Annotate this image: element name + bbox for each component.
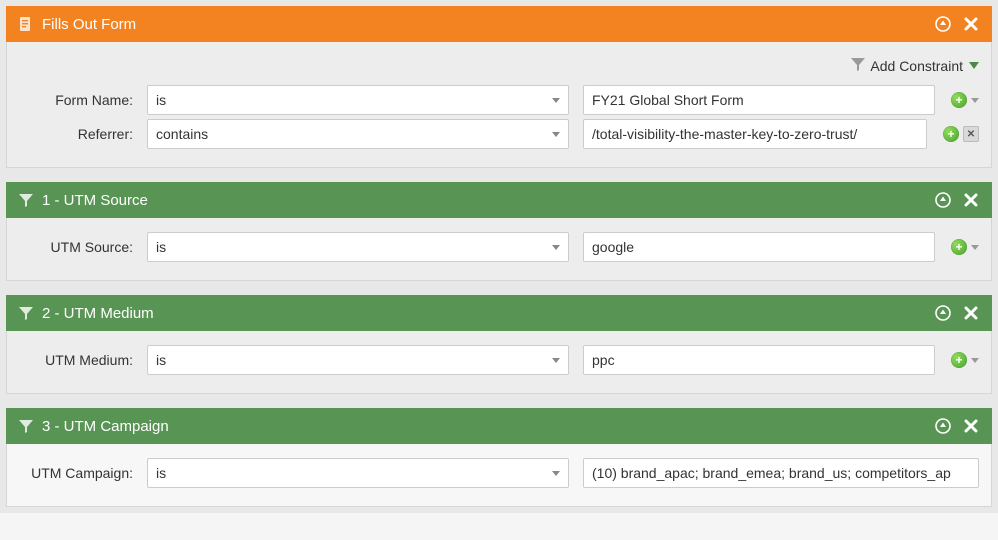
add-constraint-label: Add Constraint: [870, 58, 963, 74]
add-icon[interactable]: +: [943, 126, 959, 142]
chevron-down-icon: [552, 245, 560, 250]
value-input[interactable]: google: [583, 232, 935, 262]
value-input[interactable]: (10) brand_apac; brand_emea; brand_us; c…: [583, 458, 979, 488]
move-up-icon[interactable]: [934, 304, 952, 322]
row-actions: +: [951, 92, 979, 108]
move-up-icon[interactable]: [934, 191, 952, 209]
operator-select[interactable]: is: [147, 232, 569, 262]
chevron-down-icon: [552, 358, 560, 363]
value-input[interactable]: FY21 Global Short Form: [583, 85, 935, 115]
chevron-down-icon[interactable]: [971, 245, 979, 250]
operator-select[interactable]: contains: [147, 119, 569, 149]
row-actions: + ✕: [943, 126, 979, 142]
panel-utm-medium: 2 - UTM Medium UTM Medium: is ppc +: [6, 295, 992, 394]
panel-body: UTM Medium: is ppc +: [6, 331, 992, 394]
filter-builder: Fills Out Form Add Constraint Form Name:…: [0, 0, 998, 513]
panel-title: Fills Out Form: [42, 16, 934, 33]
panel-utm-source: 1 - UTM Source UTM Source: is google +: [6, 182, 992, 281]
chevron-down-icon: [552, 98, 560, 103]
panel-fills-out-form: Fills Out Form Add Constraint Form Name:…: [6, 6, 992, 168]
row-label: UTM Medium:: [19, 352, 137, 368]
chevron-down-icon: [552, 132, 560, 137]
operator-value: is: [156, 239, 166, 255]
filter-row: UTM Medium: is ppc +: [19, 345, 979, 375]
value-text: /total-visibility-the-master-key-to-zero…: [592, 126, 857, 142]
operator-value: is: [156, 465, 166, 481]
chevron-down-icon: [969, 62, 979, 69]
form-icon: [18, 16, 34, 32]
value-text: google: [592, 239, 634, 255]
value-text: (10) brand_apac; brand_emea; brand_us; c…: [592, 465, 951, 481]
row-label: UTM Source:: [19, 239, 137, 255]
filter-row: Referrer: contains /total-visibility-the…: [19, 119, 979, 149]
add-icon[interactable]: +: [951, 239, 967, 255]
value-text: ppc: [592, 352, 615, 368]
close-icon[interactable]: [962, 304, 980, 322]
move-up-icon[interactable]: [934, 15, 952, 33]
panel-header[interactable]: 2 - UTM Medium: [6, 295, 992, 331]
chevron-down-icon[interactable]: [971, 358, 979, 363]
filter-row: UTM Campaign: is (10) brand_apac; brand_…: [19, 458, 979, 488]
close-icon[interactable]: [962, 417, 980, 435]
move-up-icon[interactable]: [934, 417, 952, 435]
operator-value: is: [156, 352, 166, 368]
operator-select[interactable]: is: [147, 458, 569, 488]
panel-title: 1 - UTM Source: [42, 192, 934, 209]
chevron-down-icon[interactable]: [971, 98, 979, 103]
filter-icon: [18, 305, 34, 321]
panel-body: Add Constraint Form Name: is FY21 Global…: [6, 42, 992, 168]
row-label: UTM Campaign:: [19, 465, 137, 481]
filter-row: UTM Source: is google +: [19, 232, 979, 262]
value-input[interactable]: /total-visibility-the-master-key-to-zero…: [583, 119, 927, 149]
operator-value: contains: [156, 126, 208, 142]
value-text: FY21 Global Short Form: [592, 92, 744, 108]
panel-body: UTM Campaign: is (10) brand_apac; brand_…: [6, 444, 992, 507]
row-label: Form Name:: [19, 92, 137, 108]
filter-row: Form Name: is FY21 Global Short Form +: [19, 85, 979, 115]
operator-select[interactable]: is: [147, 85, 569, 115]
add-icon[interactable]: +: [951, 92, 967, 108]
panel-utm-campaign: 3 - UTM Campaign UTM Campaign: is (10) b…: [6, 408, 992, 507]
filter-icon: [18, 418, 34, 434]
filter-icon: [850, 56, 866, 75]
row-label: Referrer:: [19, 126, 137, 142]
value-input[interactable]: ppc: [583, 345, 935, 375]
row-actions: +: [951, 352, 979, 368]
panel-title: 3 - UTM Campaign: [42, 418, 934, 435]
close-icon[interactable]: [962, 15, 980, 33]
row-actions: +: [951, 239, 979, 255]
chevron-down-icon: [552, 471, 560, 476]
panel-header[interactable]: 1 - UTM Source: [6, 182, 992, 218]
delete-icon[interactable]: ✕: [963, 126, 979, 142]
filter-icon: [18, 192, 34, 208]
operator-value: is: [156, 92, 166, 108]
panel-title: 2 - UTM Medium: [42, 305, 934, 322]
panel-header[interactable]: 3 - UTM Campaign: [6, 408, 992, 444]
panel-header[interactable]: Fills Out Form: [6, 6, 992, 42]
close-icon[interactable]: [962, 191, 980, 209]
add-constraint-bar[interactable]: Add Constraint: [19, 56, 979, 75]
add-icon[interactable]: +: [951, 352, 967, 368]
operator-select[interactable]: is: [147, 345, 569, 375]
panel-body: UTM Source: is google +: [6, 218, 992, 281]
